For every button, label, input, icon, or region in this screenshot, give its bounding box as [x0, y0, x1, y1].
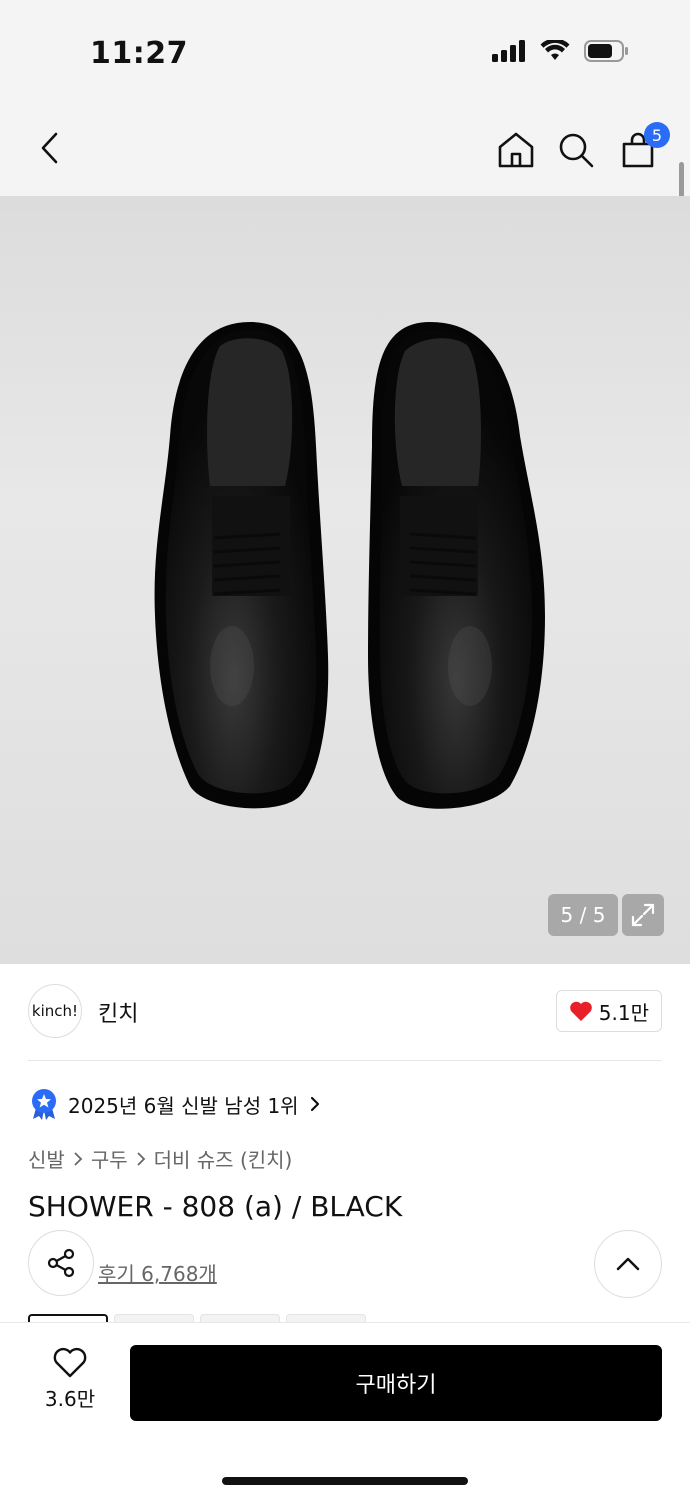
breadcrumb-item[interactable]: 구두 [91, 1144, 128, 1173]
home-indicator[interactable] [222, 1477, 468, 1485]
chevron-right-icon [310, 1096, 319, 1112]
ranking-link[interactable]: 2025년 6월 신발 남성 1위 [30, 1088, 321, 1120]
chevron-right-icon [74, 1151, 83, 1166]
shoe-photo [154, 322, 545, 809]
back-button[interactable] [30, 128, 70, 168]
search-button[interactable] [554, 128, 598, 172]
heart-filled-icon [569, 1001, 592, 1021]
chevron-up-icon [616, 1257, 640, 1271]
share-icon [47, 1248, 75, 1278]
divider [28, 1060, 662, 1061]
breadcrumb-item[interactable]: 신발 [28, 1144, 65, 1173]
brand-like-button[interactable]: 5.1만 [555, 990, 662, 1032]
breadcrumb: 신발 구두 더비 슈즈 (킨치) [28, 1144, 292, 1173]
home-icon [498, 132, 534, 168]
battery-icon [584, 40, 628, 62]
wishlist-button[interactable]: 3.6만 [30, 1347, 110, 1417]
chevron-left-icon [41, 132, 58, 164]
brand-name[interactable]: 킨치 [98, 996, 138, 1028]
status-time: 11:27 [90, 36, 188, 71]
product-title: SHOWER - 808 (a) / BLACK [28, 1190, 403, 1223]
buy-button[interactable]: 구매하기 [130, 1345, 662, 1421]
product-image[interactable] [0, 196, 690, 964]
cart-count-badge: 5 [644, 122, 670, 148]
reviews-link[interactable]: 후기 6,768개 [98, 1258, 217, 1287]
brand-logo[interactable]: kinch! [28, 984, 82, 1038]
chevron-right-icon [136, 1151, 145, 1166]
expand-icon [631, 903, 655, 927]
image-counter: 5 / 5 [548, 894, 618, 936]
expand-image-button[interactable] [622, 894, 664, 936]
wifi-icon [540, 40, 570, 60]
ranking-text: 2025년 6월 신발 남성 1위 [68, 1093, 299, 1118]
signal-icon [492, 40, 525, 62]
breadcrumb-item[interactable]: 더비 슈즈 (킨치) [154, 1144, 293, 1173]
cart-button[interactable]: 5 [616, 122, 670, 172]
status-bar: 11:27 [0, 0, 690, 100]
brand-row[interactable]: kinch! 킨치 5.1만 [28, 984, 662, 1040]
search-icon [559, 133, 594, 168]
share-button[interactable] [28, 1230, 94, 1296]
wishlist-count: 3.6만 [44, 1387, 96, 1411]
status-icons [492, 40, 630, 62]
home-button[interactable] [494, 128, 538, 172]
top-navigation: 5 [0, 100, 690, 196]
scroll-to-top-button[interactable] [594, 1230, 662, 1298]
award-star-icon [32, 1089, 56, 1120]
bottom-action-bar: 3.6만 구매하기 [0, 1322, 690, 1500]
brand-like-count: 5.1만 [598, 1000, 649, 1025]
heart-outline-icon [53, 1347, 87, 1378]
